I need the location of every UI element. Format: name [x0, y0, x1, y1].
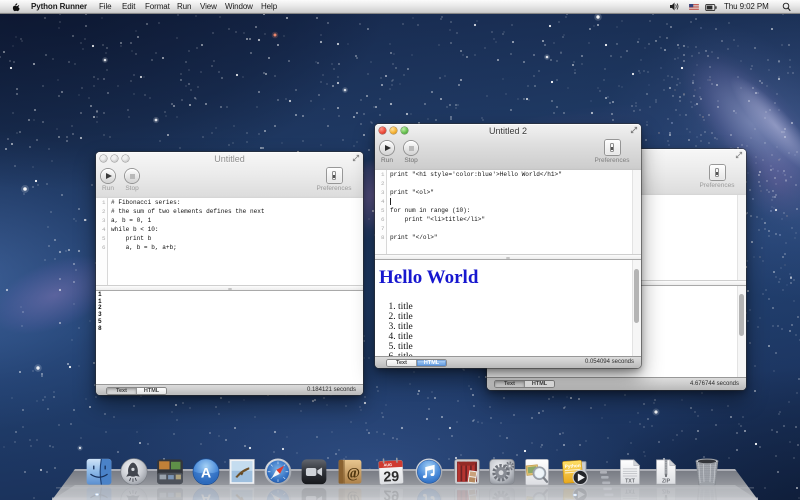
svg-text:AUG: AUG — [383, 463, 392, 467]
svg-text:@: @ — [347, 465, 360, 481]
svg-text:29: 29 — [383, 469, 400, 486]
svg-text:ZIP: ZIP — [662, 479, 671, 485]
svg-text:TXT: TXT — [625, 479, 636, 485]
svg-text:A: A — [201, 465, 211, 481]
svg-text:Python: Python — [564, 463, 581, 470]
